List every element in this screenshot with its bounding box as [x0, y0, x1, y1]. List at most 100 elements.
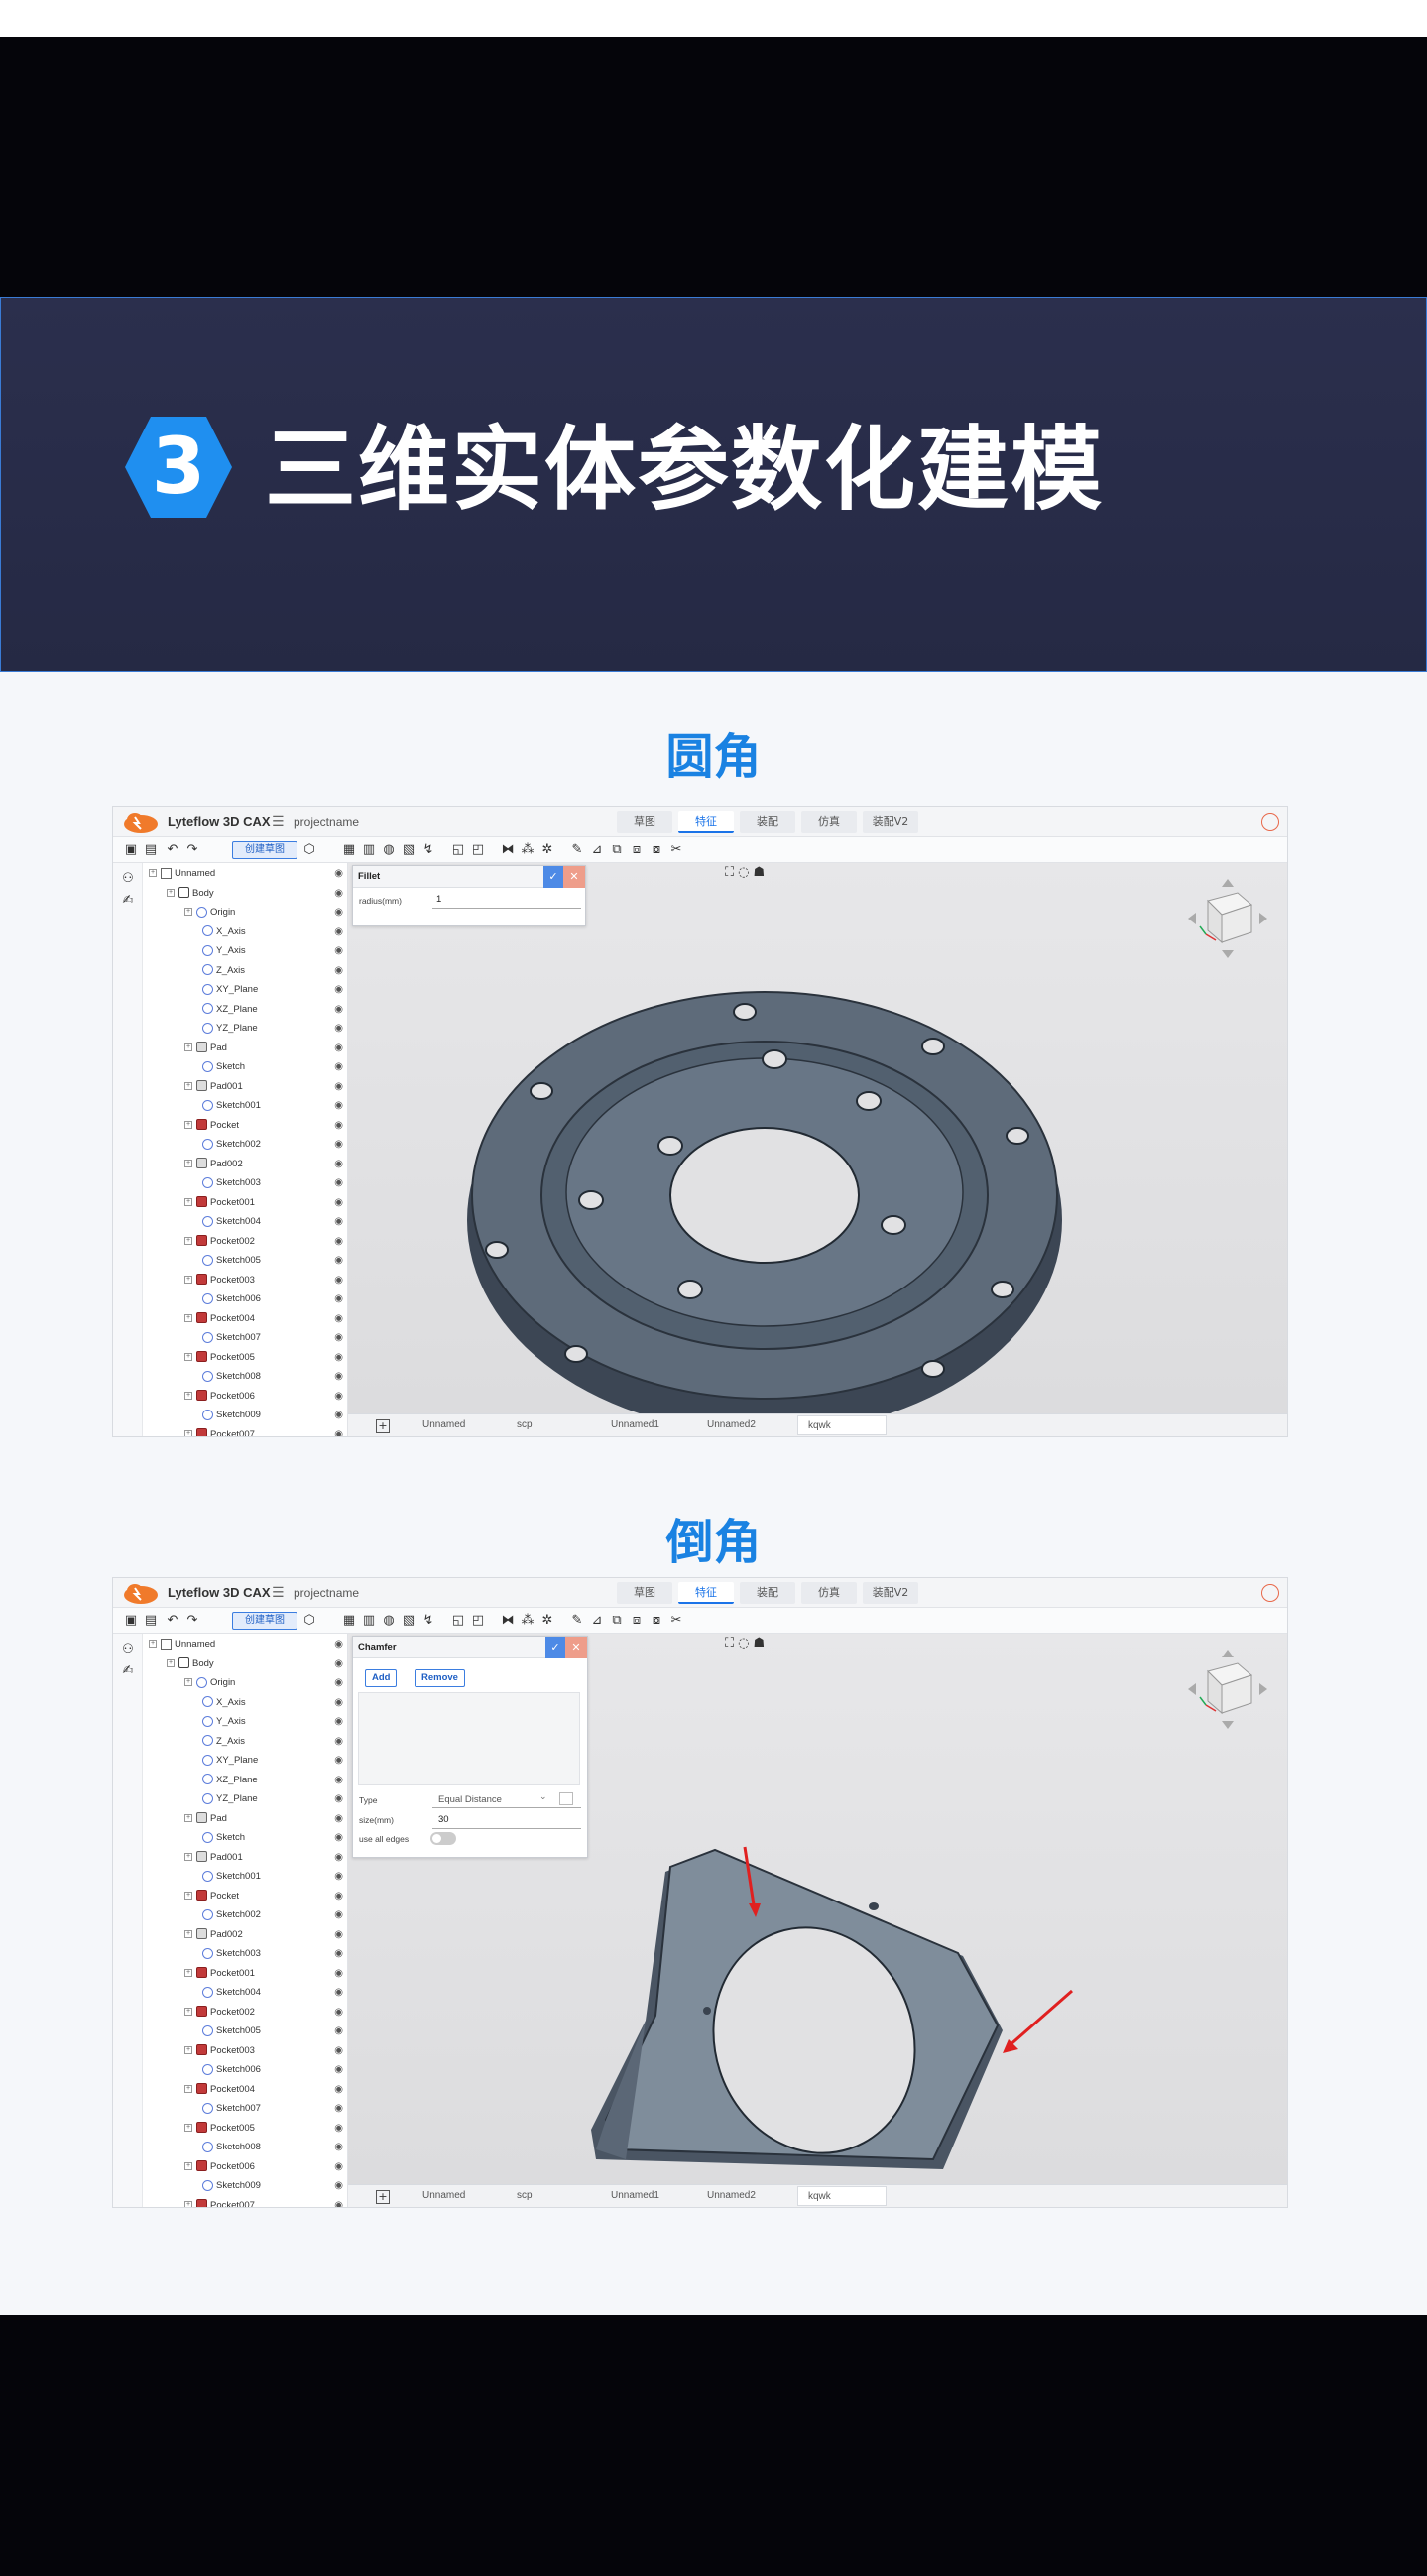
visibility-eye-icon[interactable]: ◉ — [334, 1655, 343, 1674]
visibility-eye-icon[interactable]: ◉ — [334, 961, 343, 981]
tree-item[interactable]: XY_Plane ◉ — [143, 1751, 347, 1771]
visibility-eye-icon[interactable]: ◉ — [334, 2060, 343, 2080]
boolean-icon[interactable]: ⧉ — [609, 842, 625, 858]
expand-toggle-icon[interactable]: + — [184, 1852, 192, 1861]
pattern-icon[interactable]: ⁂ — [520, 1613, 535, 1629]
chamfer-part-model[interactable] — [586, 1832, 1062, 2184]
size-input[interactable]: 30 — [438, 1814, 449, 1825]
expand-toggle-icon[interactable]: + — [184, 908, 192, 917]
hamburger-menu-icon[interactable]: ☰ — [272, 814, 285, 830]
visibility-eye-icon[interactable]: ◉ — [334, 1925, 343, 1945]
tree-item[interactable]: YZ_Plane ◉ — [143, 1019, 347, 1039]
type-select[interactable]: Equal Distance — [438, 1794, 502, 1805]
tree-item[interactable]: Z_Axis ◉ — [143, 961, 347, 981]
expand-toggle-icon[interactable]: + — [184, 1929, 192, 1938]
measure-icon[interactable]: ✎ — [569, 1613, 585, 1629]
nav-cube-icon[interactable] — [1186, 1648, 1269, 1731]
tree-item[interactable]: + Pocket007 ◉ — [143, 2196, 347, 2207]
visibility-eye-icon[interactable]: ◉ — [334, 1116, 343, 1136]
measure-icon[interactable]: ✎ — [569, 842, 585, 858]
tree-item[interactable]: + Origin ◉ — [143, 1673, 347, 1693]
expand-toggle-icon[interactable]: + — [184, 1429, 192, 1436]
visibility-eye-icon[interactable]: ◉ — [334, 864, 343, 884]
visibility-eye-icon[interactable]: ◉ — [334, 1348, 343, 1368]
ruler-icon[interactable]: ⊿ — [589, 1613, 605, 1629]
tab-feature[interactable]: 特征 — [678, 1582, 734, 1604]
expand-toggle-icon[interactable]: + — [184, 1678, 192, 1687]
visibility-eye-icon[interactable]: ◉ — [334, 903, 343, 922]
pad-icon[interactable]: ▦ — [341, 1613, 357, 1629]
chamfer-icon[interactable]: ◰ — [470, 1613, 486, 1629]
mirror-icon[interactable]: ⧓ — [500, 842, 516, 858]
visibility-eye-icon[interactable]: ◉ — [334, 1712, 343, 1732]
tree-item[interactable]: + Unnamed ◉ — [143, 1635, 347, 1655]
sweep-icon[interactable]: ↯ — [420, 1613, 436, 1629]
visibility-eye-icon[interactable]: ◉ — [334, 1771, 343, 1790]
fillet-icon[interactable]: ◱ — [450, 842, 466, 858]
visibility-eye-icon[interactable]: ◉ — [334, 884, 343, 904]
create-sketch-button[interactable]: 创建草图 — [232, 841, 297, 859]
add-tab-icon[interactable]: + — [376, 2190, 390, 2204]
new-file-icon[interactable]: ▣ — [123, 842, 139, 858]
revolve-icon[interactable]: ◍ — [381, 1613, 397, 1629]
tree-item[interactable]: + Unnamed ◉ — [143, 864, 347, 884]
save-icon[interactable]: ▤ — [143, 842, 159, 858]
tab-assembly[interactable]: 装配 — [740, 811, 795, 833]
visibility-eye-icon[interactable]: ◉ — [334, 2138, 343, 2157]
tree-item[interactable]: X_Axis ◉ — [143, 922, 347, 942]
expand-toggle-icon[interactable]: + — [184, 1891, 192, 1900]
add-button[interactable]: Add — [365, 1669, 398, 1687]
expand-toggle-icon[interactable]: + — [184, 1352, 192, 1361]
doc-tab-unnamed2[interactable]: Unnamed2 — [707, 1419, 756, 1430]
visibility-eye-icon[interactable]: ◉ — [334, 2099, 343, 2119]
tree-item[interactable]: + Pocket007 ◉ — [143, 1425, 347, 1436]
expand-toggle-icon[interactable]: + — [184, 1391, 192, 1400]
tab-sketch[interactable]: 草图 — [617, 811, 672, 833]
expand-toggle-icon[interactable]: + — [184, 1081, 192, 1090]
chamfer-icon[interactable]: ◰ — [470, 842, 486, 858]
visibility-eye-icon[interactable]: ◉ — [334, 1096, 343, 1116]
expand-toggle-icon[interactable]: + — [184, 1813, 192, 1822]
tree-item[interactable]: + Body ◉ — [143, 884, 347, 904]
tree-icon[interactable]: ⚇ — [120, 1642, 136, 1657]
tree-icon[interactable]: ⚇ — [120, 871, 136, 887]
pocket-icon[interactable]: ▥ — [361, 1613, 377, 1629]
expand-toggle-icon[interactable]: + — [184, 2161, 192, 2170]
save-icon[interactable]: ▤ — [143, 1613, 159, 1629]
tree-item[interactable]: Sketch002 ◉ — [143, 1905, 347, 1925]
visibility-eye-icon[interactable]: ◉ — [334, 1289, 343, 1309]
tree-item[interactable]: + Pad ◉ — [143, 1809, 347, 1829]
edge-selection-list[interactable] — [358, 1692, 580, 1785]
visibility-eye-icon[interactable]: ◉ — [334, 1693, 343, 1713]
redo-icon[interactable]: ↷ — [184, 1613, 200, 1629]
visibility-eye-icon[interactable]: ◉ — [334, 1039, 343, 1058]
tree-item[interactable]: + Pocket006 ◉ — [143, 1387, 347, 1407]
settings-icon[interactable]: ✲ — [539, 842, 555, 858]
radius-input[interactable]: 1 — [436, 894, 441, 905]
fit-view-icon[interactable]: ⛶ — [725, 865, 738, 880]
intersect-icon[interactable]: ⧇ — [649, 1613, 664, 1629]
visibility-eye-icon[interactable]: ◉ — [334, 1135, 343, 1155]
remove-button[interactable]: Remove — [415, 1669, 465, 1687]
doc-tab-unnamed[interactable]: Unnamed — [422, 2190, 465, 2201]
fillet-icon[interactable]: ◱ — [450, 1613, 466, 1629]
visibility-eye-icon[interactable]: ◉ — [334, 2080, 343, 2100]
visibility-eye-icon[interactable]: ◉ — [334, 1212, 343, 1232]
visibility-eye-icon[interactable]: ◉ — [334, 1406, 343, 1425]
union-icon[interactable]: ⧈ — [629, 842, 645, 858]
tree-item[interactable]: Sketch002 ◉ — [143, 1135, 347, 1155]
tree-item[interactable]: Sketch ◉ — [143, 1828, 347, 1848]
group-icon[interactable]: ☗ — [753, 1636, 769, 1651]
visibility-eye-icon[interactable]: ◉ — [334, 1867, 343, 1887]
visibility-eye-icon[interactable]: ◉ — [334, 2003, 343, 2023]
tab-feature[interactable]: 特征 — [678, 811, 734, 833]
tree-item[interactable]: Z_Axis ◉ — [143, 1732, 347, 1752]
tree-item[interactable]: Sketch008 ◉ — [143, 2138, 347, 2157]
tree-item[interactable]: + Pad ◉ — [143, 1039, 347, 1058]
expand-toggle-icon[interactable]: + — [167, 888, 175, 897]
fit-view-icon[interactable]: ⛶ — [725, 1636, 738, 1651]
cut-icon[interactable]: ✂ — [668, 842, 684, 858]
tree-item[interactable]: + Pocket005 ◉ — [143, 1348, 347, 1368]
visibility-eye-icon[interactable]: ◉ — [334, 1789, 343, 1809]
visibility-eye-icon[interactable]: ◉ — [334, 1887, 343, 1906]
